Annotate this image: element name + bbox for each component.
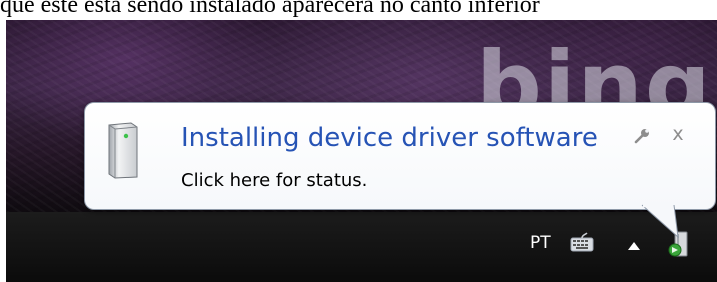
notification-balloon[interactable]: Installing device driver software Click … (84, 102, 716, 210)
notification-title[interactable]: Installing device driver software (181, 123, 598, 153)
taskbar (6, 212, 717, 282)
desktop-screenshot: bing PT Installing device driver softwar… (6, 20, 717, 282)
device-tower-icon (108, 122, 138, 179)
language-indicator[interactable]: PT (530, 233, 551, 253)
wrench-icon[interactable] (633, 127, 651, 145)
notification-message[interactable]: Click here for status. (181, 170, 367, 191)
show-hidden-icons-arrow[interactable] (628, 242, 640, 250)
document-caption: que este está sendo instalado aparecerá … (0, 0, 540, 18)
keyboard-icon[interactable] (568, 232, 596, 254)
close-icon[interactable]: x (669, 124, 687, 144)
balloon-pointer (641, 204, 679, 239)
